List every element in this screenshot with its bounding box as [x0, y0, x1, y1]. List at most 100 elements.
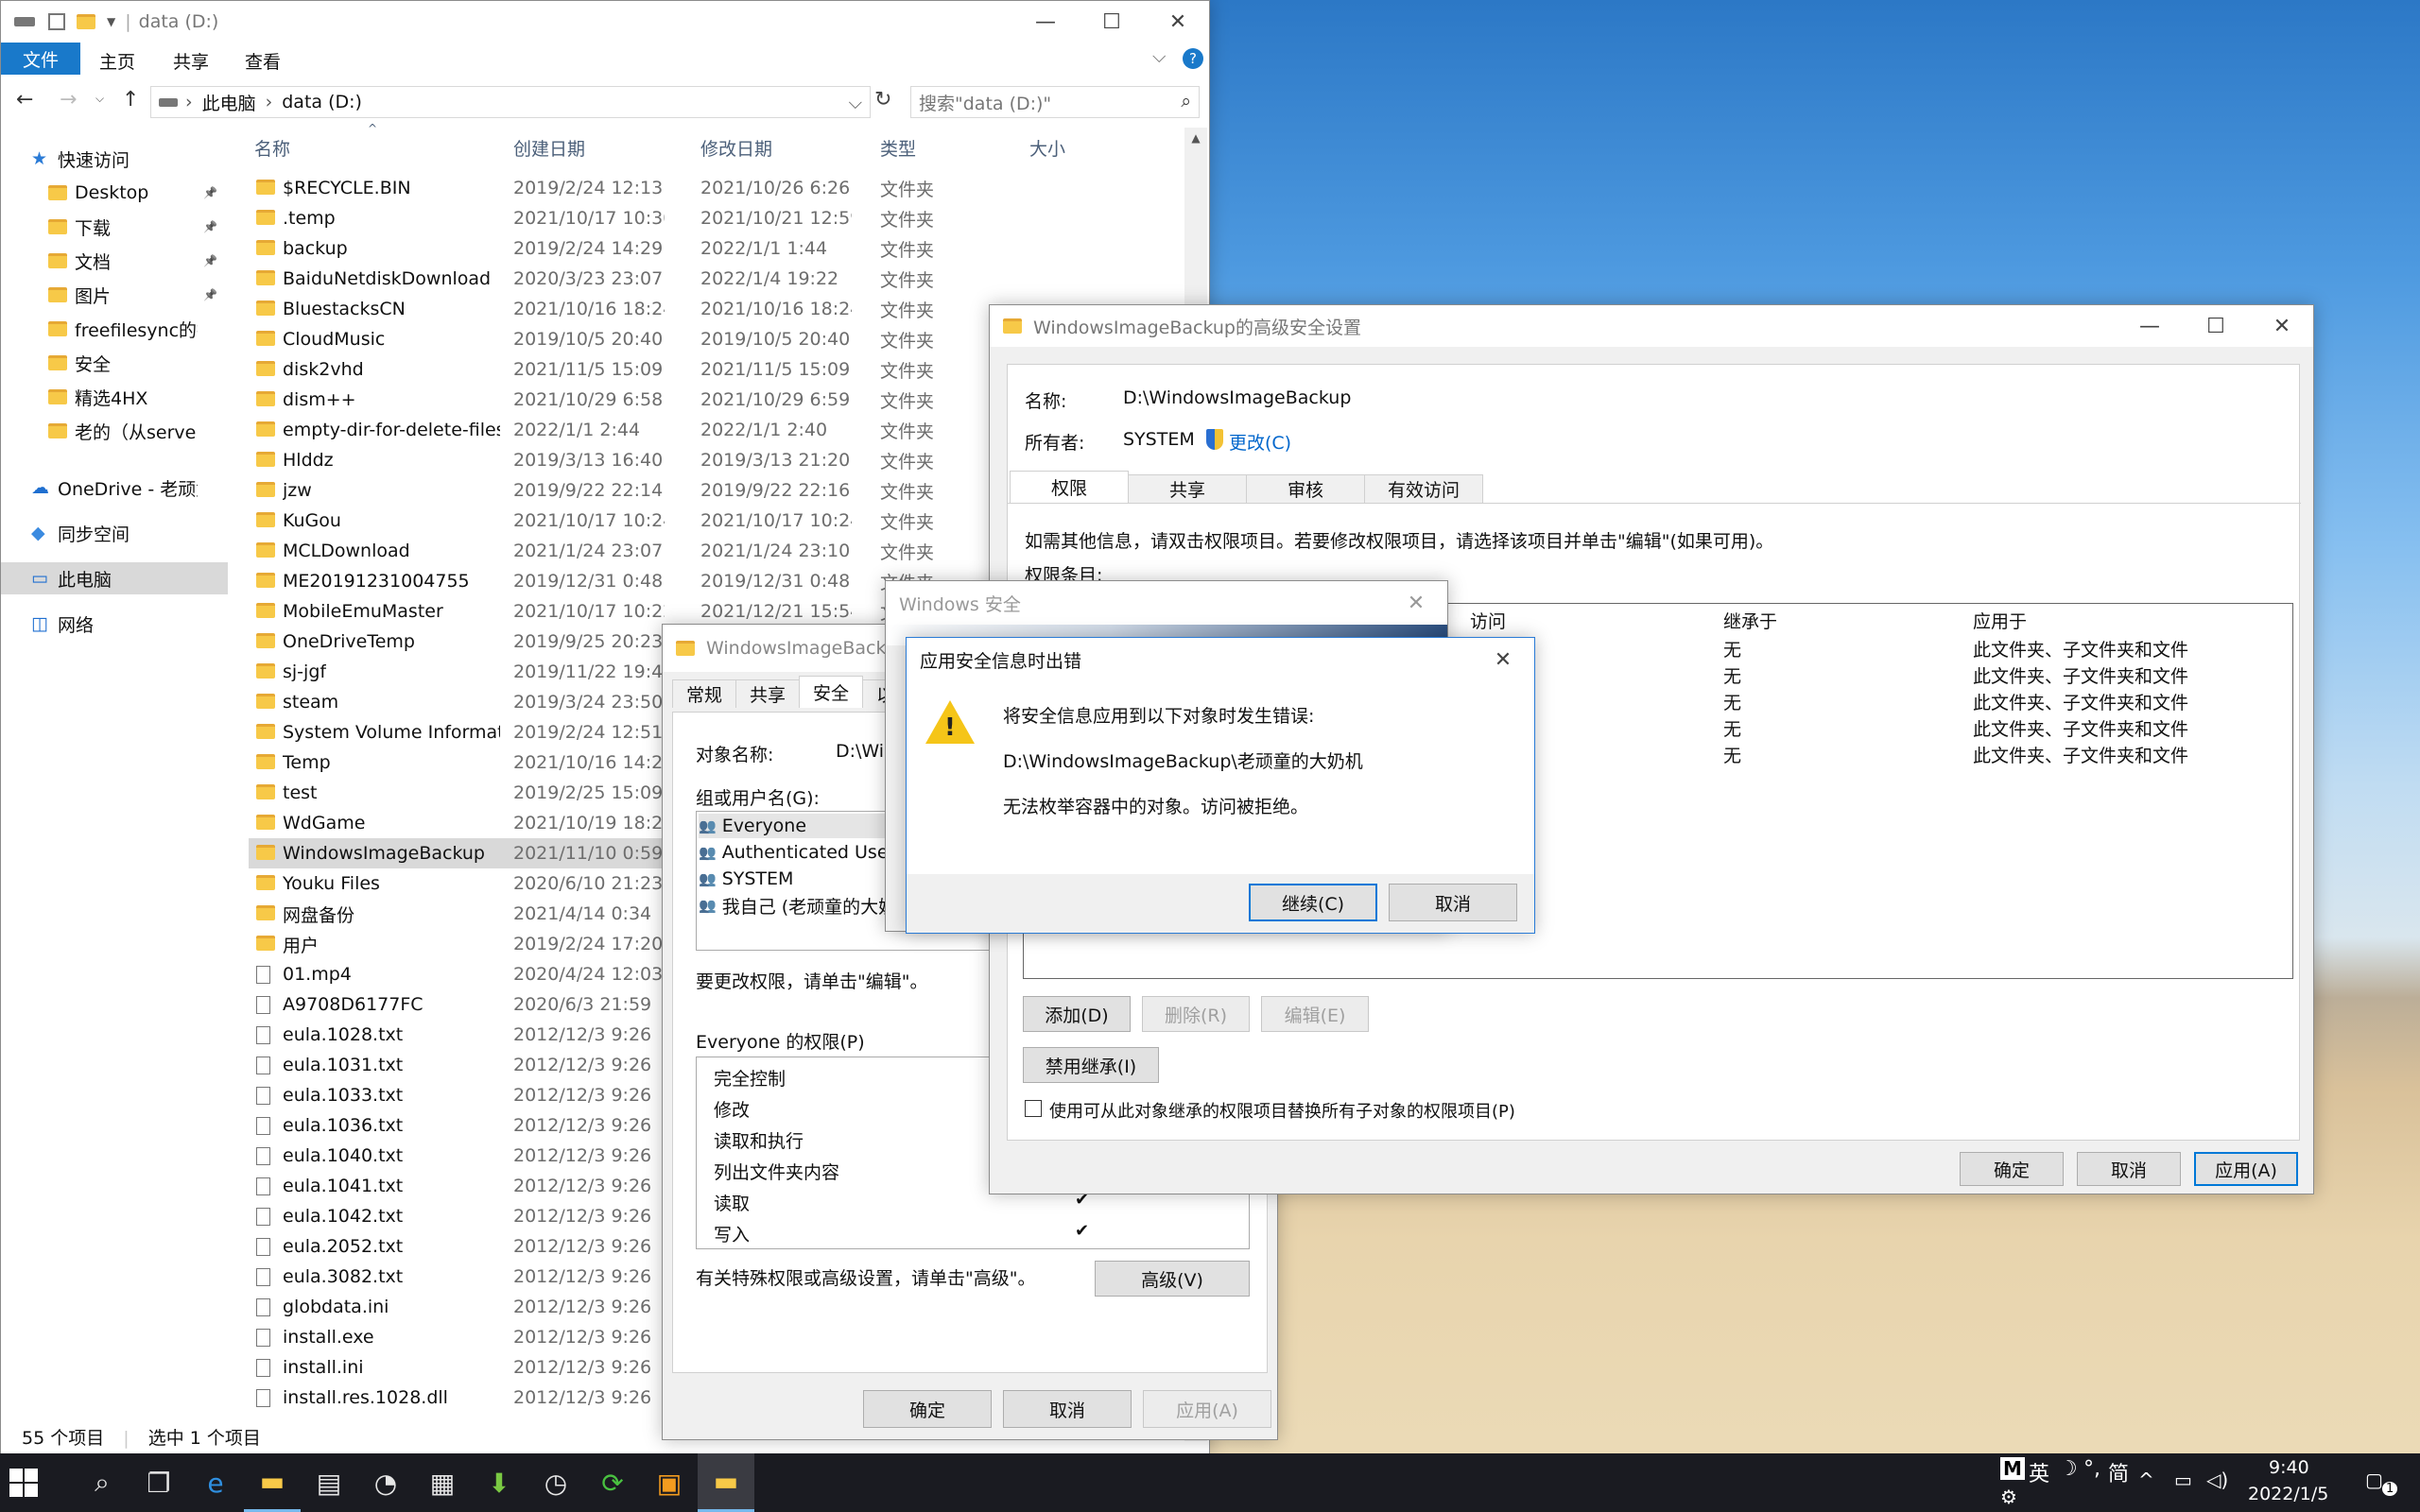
pin-icon[interactable]: 📌 — [203, 288, 217, 301]
advanced-cancel-button[interactable]: 取消 — [2077, 1152, 2181, 1186]
disable-inheritance-button[interactable]: 禁用继承(I) — [1023, 1047, 1159, 1083]
nav-item[interactable]: ▭ 此电脑 — [1, 562, 228, 594]
window-app-icon[interactable]: ▣ — [641, 1453, 698, 1512]
nav-item[interactable]: 老的（从server虚拟 — [1, 415, 228, 447]
column-type[interactable]: 类型 — [880, 135, 916, 161]
nav-item[interactable]: freefilesync的批处理 — [1, 313, 228, 345]
nav-item[interactable]: 安全 — [1, 347, 228, 379]
install-app-icon[interactable]: ⬇ — [471, 1453, 527, 1512]
file-row[interactable]: $RECYCLE.BIN 2019/2/24 12:13 2021/10/26 6:… — [249, 173, 1175, 203]
tab-auditing[interactable]: 审核 — [1246, 474, 1365, 503]
close-button[interactable]: ✕ — [1145, 1, 1209, 43]
task-view-icon[interactable]: ❐ — [130, 1453, 187, 1512]
adv-minimize-button[interactable]: — — [2117, 305, 2183, 347]
quick-access-dropdown-icon[interactable]: ▼ — [107, 15, 115, 28]
winsec-close-button[interactable]: ✕ — [1383, 581, 1447, 625]
add-button[interactable]: 添加(D) — [1023, 996, 1131, 1032]
pin-icon[interactable]: 📌 — [203, 220, 217, 233]
entries-col-applies[interactable]: 应用于 — [1973, 608, 2027, 633]
breadcrumb-root[interactable]: 此电脑 — [202, 90, 256, 115]
tab-permissions[interactable]: 权限 — [1010, 471, 1129, 503]
properties-cancel-button[interactable]: 取消 — [1003, 1390, 1132, 1428]
refresh-icon[interactable]: ↻ — [874, 88, 891, 112]
entries-col-access[interactable]: 访问 — [1470, 608, 1506, 633]
edit-button[interactable]: 编辑(E) — [1261, 996, 1369, 1032]
column-modified[interactable]: 修改日期 — [700, 135, 772, 161]
ime-width-indicator[interactable]: 简 — [2108, 1457, 2129, 1487]
ribbon-tab-share[interactable]: 共享 — [173, 48, 209, 74]
search-box[interactable]: 搜索"data (D:)" ⌕ — [910, 86, 1200, 118]
pin-icon[interactable]: 📌 — [203, 186, 217, 199]
network-tray-icon[interactable]: ▭ — [2174, 1469, 2192, 1491]
tray-overflow-icon[interactable]: ^ — [2138, 1469, 2154, 1491]
tab-share[interactable]: 共享 — [1128, 474, 1247, 503]
paint-icon[interactable]: ◔ — [357, 1453, 414, 1512]
notepad-icon[interactable]: ▤ — [301, 1453, 357, 1512]
ime-language-indicator[interactable]: 英 — [2029, 1457, 2049, 1487]
file-row[interactable]: BaiduNetdiskDownload 2020/3/23 23:07 2022/… — [249, 264, 1175, 294]
ime-mode-indicator[interactable]: M — [2000, 1457, 2025, 1480]
tab-sharing[interactable]: 共享 — [735, 679, 801, 708]
calculator-icon[interactable]: ▦ — [414, 1453, 471, 1512]
tab-effective-access[interactable]: 有效访问 — [1364, 474, 1483, 503]
file-row[interactable]: backup 2019/2/24 14:29 2022/1/1 1:44 文件夹 — [249, 233, 1175, 264]
nav-item[interactable]: 下载 📌 — [1, 211, 228, 243]
up-icon[interactable]: ↑ — [122, 88, 139, 112]
ribbon-tab-home[interactable]: 主页 — [99, 48, 135, 74]
back-icon[interactable]: ← — [16, 88, 33, 112]
start-button[interactable] — [9, 1469, 38, 1497]
tab-security[interactable]: 安全 — [799, 676, 864, 708]
forward-icon[interactable]: → — [60, 88, 77, 112]
file-explorer-icon[interactable]: ▬ — [244, 1453, 301, 1512]
recent-dropdown-icon[interactable]: ⌵ — [95, 92, 104, 106]
continue-button[interactable]: 继续(C) — [1249, 884, 1377, 921]
nav-item[interactable]: Desktop 📌 — [1, 177, 228, 209]
ime-settings-icon[interactable]: ⚙ — [2000, 1486, 2017, 1508]
help-icon[interactable]: ? — [1183, 48, 1203, 69]
nav-item[interactable]: ★ 快速访问 — [1, 143, 228, 175]
advanced-ok-button[interactable]: 确定 — [1960, 1152, 2064, 1186]
edge-browser-icon[interactable]: e — [187, 1453, 244, 1512]
sync-app-icon[interactable]: ⟳ — [584, 1453, 641, 1512]
ribbon-expand-icon[interactable]: ⌵ — [1152, 46, 1166, 67]
adv-maximize-button[interactable]: ☐ — [2183, 305, 2249, 347]
properties-apply-button[interactable]: 应用(A) — [1143, 1390, 1271, 1428]
column-created[interactable]: 创建日期 — [513, 135, 585, 161]
tab-general[interactable]: 常规 — [672, 679, 737, 708]
properties-ok-button[interactable]: 确定 — [863, 1390, 992, 1428]
minimize-button[interactable]: — — [1012, 1, 1079, 43]
clock-app-icon[interactable]: ◷ — [527, 1453, 584, 1512]
new-folder-quick-icon[interactable] — [77, 14, 95, 29]
change-owner-link[interactable]: 更改(C) — [1229, 429, 1291, 455]
ribbon-tab-file[interactable]: 文件 — [1, 43, 80, 75]
clock-time[interactable]: 9:40 — [2269, 1457, 2309, 1478]
volume-icon[interactable]: ◁) — [2206, 1469, 2228, 1491]
column-name[interactable]: 名称 — [254, 135, 290, 161]
nav-item[interactable]: ◫ 网络 — [1, 608, 228, 640]
pin-icon[interactable]: 📌 — [203, 254, 217, 267]
nav-item[interactable]: ☁ OneDrive - 老顽童的 — [1, 472, 228, 504]
address-dropdown-icon[interactable]: ⌵ — [849, 93, 862, 113]
entries-col-inherited[interactable]: 继承于 — [1723, 608, 1777, 633]
replace-child-checkbox[interactable] — [1025, 1100, 1042, 1117]
nav-item[interactable]: 文档 📌 — [1, 245, 228, 277]
nav-item[interactable]: 精选4HX — [1, 381, 228, 413]
clock-date[interactable]: 2022/1/5 — [2248, 1484, 2328, 1504]
notification-icon[interactable]: ▢ — [2365, 1469, 2383, 1491]
advanced-apply-button[interactable]: 应用(A) — [2194, 1152, 2298, 1186]
nav-item[interactable]: ◆ 同步空间 — [1, 517, 228, 549]
scroll-up-icon[interactable]: ▲ — [1184, 128, 1207, 145]
ime-punct-icon[interactable]: °, — [2083, 1457, 2100, 1481]
breadcrumb-current[interactable]: data (D:) — [282, 92, 362, 112]
maximize-button[interactable]: ☐ — [1079, 1, 1145, 43]
error-close-button[interactable]: ✕ — [1470, 638, 1534, 681]
column-size[interactable]: 大小 — [1029, 135, 1065, 161]
advanced-button[interactable]: 高级(V) — [1095, 1261, 1250, 1297]
nav-item[interactable]: 图片 📌 — [1, 279, 228, 311]
file-row[interactable]: .temp 2021/10/17 10:30 2021/10/21 12:59 文件夹 — [249, 203, 1175, 233]
address-box[interactable]: › 此电脑 › data (D:) ⌵ — [150, 86, 871, 118]
ribbon-tab-view[interactable]: 查看 — [245, 48, 281, 74]
remove-button[interactable]: 删除(R) — [1142, 996, 1250, 1032]
error-cancel-button[interactable]: 取消 — [1389, 884, 1517, 921]
search-icon[interactable]: ⌕ — [74, 1453, 130, 1512]
